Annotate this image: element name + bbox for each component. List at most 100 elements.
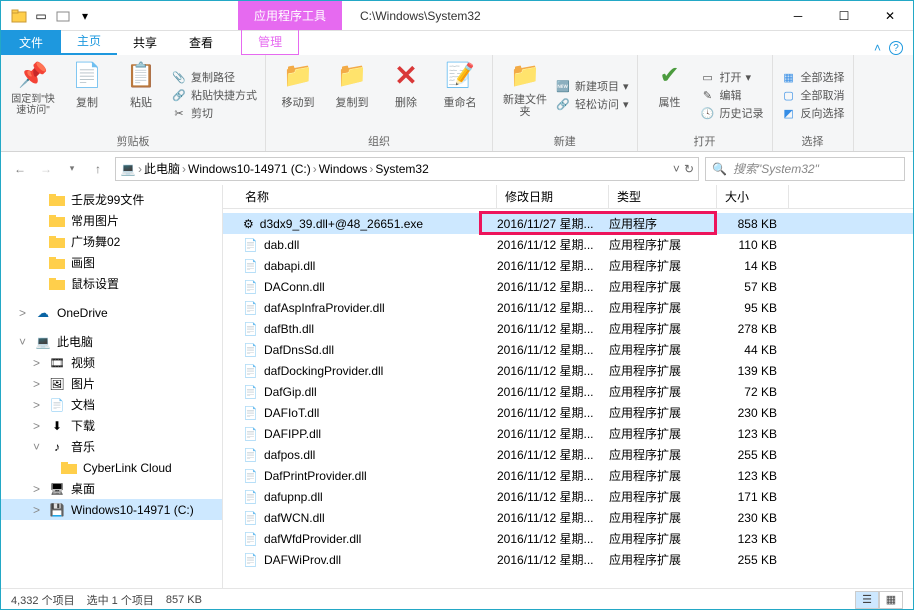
view-details-button[interactable]: ☰	[855, 591, 879, 609]
file-row[interactable]: 📄DafPrintProvider.dll2016/11/12 星期...应用程…	[223, 465, 913, 486]
up-button[interactable]: ↑	[87, 162, 109, 176]
crumb-3[interactable]: System32	[375, 162, 428, 176]
file-list[interactable]: ⚙d3dx9_39.dll+@48_26651.exe2016/11/27 星期…	[223, 209, 913, 588]
tab-view[interactable]: 查看	[173, 30, 229, 55]
breadcrumb-dropdown[interactable]: ˅	[673, 162, 680, 176]
pin-quickaccess-button[interactable]: 📌固定到"快速访问"	[9, 59, 57, 131]
file-row[interactable]: 📄DAFWiProv.dll2016/11/12 星期...应用程序扩展255 …	[223, 549, 913, 570]
context-tab-label: 应用程序工具	[238, 1, 342, 30]
tab-manage[interactable]: 管理	[241, 29, 299, 55]
new-folder-button[interactable]: 📁新建文件夹	[501, 59, 549, 131]
open-button[interactable]: ▭打开▾	[700, 69, 764, 85]
file-row[interactable]: 📄DafGip.dll2016/11/12 星期...应用程序扩展72 KB	[223, 381, 913, 402]
sidebar-item[interactable]: CyberLink Cloud	[1, 457, 222, 478]
drive-icon: 💾	[49, 502, 65, 518]
folder-icon	[61, 460, 77, 476]
easy-access-button[interactable]: 🔗轻松访问▾	[555, 96, 629, 112]
file-row[interactable]: 📄DAFIPP.dll2016/11/12 星期...应用程序扩展123 KB	[223, 423, 913, 444]
sidebar-item[interactable]: 壬辰龙99文件	[1, 189, 222, 210]
recent-dropdown[interactable]: ▾	[61, 163, 83, 174]
paste-button[interactable]: 📋粘贴	[117, 59, 165, 131]
qat-new-folder-icon[interactable]	[53, 6, 73, 26]
file-row[interactable]: ⚙d3dx9_39.dll+@48_26651.exe2016/11/27 星期…	[223, 213, 913, 234]
sidebar-item[interactable]: ˃💾Windows10-14971 (C:)	[1, 499, 222, 520]
back-button[interactable]: ←	[9, 162, 31, 176]
file-row[interactable]: 📄dab.dll2016/11/12 星期...应用程序扩展110 KB	[223, 234, 913, 255]
sidebar-item[interactable]: 常用图片	[1, 210, 222, 231]
sidebar-item[interactable]: ˃🖥桌面	[1, 478, 222, 499]
new-item-button[interactable]: 🆕新建项目▾	[555, 78, 629, 94]
crumb-1[interactable]: Windows10-14971 (C:)	[188, 162, 311, 176]
sidebar-item[interactable]: 画图	[1, 252, 222, 273]
properties-button[interactable]: ✔属性	[646, 59, 694, 131]
move-to-button[interactable]: 📁移动到	[274, 59, 322, 131]
sidebar-item[interactable]: ˅♪音乐	[1, 436, 222, 457]
help-icon[interactable]: ?	[889, 41, 903, 55]
file-row[interactable]: 📄DAConn.dll2016/11/12 星期...应用程序扩展57 KB	[223, 276, 913, 297]
maximize-button[interactable]: ☐	[821, 1, 867, 31]
col-size[interactable]: 大小	[717, 185, 789, 208]
invert-selection-button[interactable]: ◩反向选择	[781, 105, 845, 121]
copy-to-button[interactable]: 📁复制到	[328, 59, 376, 131]
copy-button[interactable]: 📄复制	[63, 59, 111, 131]
sidebar-item[interactable]: ˃⬇下载	[1, 415, 222, 436]
sidebar-item[interactable]: 鼠标设置	[1, 273, 222, 294]
file-icon: 📄	[243, 364, 258, 378]
cut-button[interactable]: ✂剪切	[171, 105, 257, 121]
file-row[interactable]: 📄dafWCN.dll2016/11/12 星期...应用程序扩展230 KB	[223, 507, 913, 528]
column-header[interactable]: 名称 修改日期 类型 大小	[223, 185, 913, 209]
file-row[interactable]: 📄dafDockingProvider.dll2016/11/12 星期...应…	[223, 360, 913, 381]
desktop-icon: 🖥	[49, 481, 65, 497]
sidebar-item[interactable]: ˃🖼图片	[1, 373, 222, 394]
tab-file[interactable]: 文件	[1, 30, 61, 55]
copy-path-button[interactable]: 📎复制路径	[171, 69, 257, 85]
close-button[interactable]: ✕	[867, 1, 913, 31]
crumb-0[interactable]: 此电脑	[144, 160, 180, 177]
sidebar-item[interactable]: 广场舞02	[1, 231, 222, 252]
drive-icon: 💻	[120, 161, 136, 177]
group-select-label: 选择	[781, 131, 845, 149]
rename-button[interactable]: 📝重命名	[436, 59, 484, 131]
select-none-button[interactable]: ▢全部取消	[781, 87, 845, 103]
sidebar-item[interactable]: ˃🎞视频	[1, 352, 222, 373]
file-icon: 📄	[243, 280, 258, 294]
delete-button[interactable]: ✕删除	[382, 59, 430, 131]
sidebar-item[interactable]: ˃📄文档	[1, 394, 222, 415]
edit-button[interactable]: ✎编辑	[700, 87, 764, 103]
sidebar-item[interactable]: ˃☁OneDrive	[1, 302, 222, 323]
file-icon: 📄	[243, 448, 258, 462]
crumb-2[interactable]: Windows	[319, 162, 368, 176]
folder-icon	[49, 276, 65, 292]
select-all-button[interactable]: ▦全部选择	[781, 69, 845, 85]
file-row[interactable]: 📄dafupnp.dll2016/11/12 星期...应用程序扩展171 KB	[223, 486, 913, 507]
file-row[interactable]: 📄dafpos.dll2016/11/12 星期...应用程序扩展255 KB	[223, 444, 913, 465]
collapse-ribbon-icon[interactable]: ˄	[874, 41, 881, 55]
refresh-button[interactable]: ↻	[684, 162, 694, 176]
col-name[interactable]: 名称	[237, 185, 497, 208]
paste-shortcut-button[interactable]: 🔗粘贴快捷方式	[171, 87, 257, 103]
file-row[interactable]: 📄dafAspInfraProvider.dll2016/11/12 星期...…	[223, 297, 913, 318]
sidebar[interactable]: 壬辰龙99文件常用图片广场舞02画图鼠标设置 ˃☁OneDrive ˅💻此电脑˃🎞视…	[1, 185, 223, 588]
video-icon: 🎞	[49, 355, 65, 371]
history-button[interactable]: 🕓历史记录	[700, 105, 764, 121]
file-icon: 📄	[243, 427, 258, 441]
tab-share[interactable]: 共享	[117, 30, 173, 55]
file-row[interactable]: 📄DafDnsSd.dll2016/11/12 星期...应用程序扩展44 KB	[223, 339, 913, 360]
minimize-button[interactable]: ─	[775, 1, 821, 31]
file-row[interactable]: 📄dafBth.dll2016/11/12 星期...应用程序扩展278 KB	[223, 318, 913, 339]
tab-home[interactable]: 主页	[61, 28, 117, 55]
qat-properties-icon[interactable]: ▭	[31, 6, 51, 26]
search-input[interactable]: 🔍 搜索"System32"	[705, 157, 905, 181]
file-row[interactable]: 📄dafWfdProvider.dll2016/11/12 星期...应用程序扩…	[223, 528, 913, 549]
view-icons-button[interactable]: ▦	[879, 591, 903, 609]
forward-button[interactable]: →	[35, 162, 57, 176]
col-date[interactable]: 修改日期	[497, 185, 609, 208]
sidebar-item[interactable]: ˅💻此电脑	[1, 331, 222, 352]
col-type[interactable]: 类型	[609, 185, 717, 208]
file-row[interactable]: 📄DAFIoT.dll2016/11/12 星期...应用程序扩展230 KB	[223, 402, 913, 423]
breadcrumb[interactable]: 💻 › 此电脑› Windows10-14971 (C:)› Windows› …	[115, 157, 699, 181]
qat-dropdown-icon[interactable]: ▾	[75, 6, 95, 26]
statusbar: 4,332 个项目 选中 1 个项目 857 KB ☰ ▦	[1, 588, 913, 610]
pin-icon: 📌	[17, 59, 49, 91]
file-row[interactable]: 📄dabapi.dll2016/11/12 星期...应用程序扩展14 KB	[223, 255, 913, 276]
